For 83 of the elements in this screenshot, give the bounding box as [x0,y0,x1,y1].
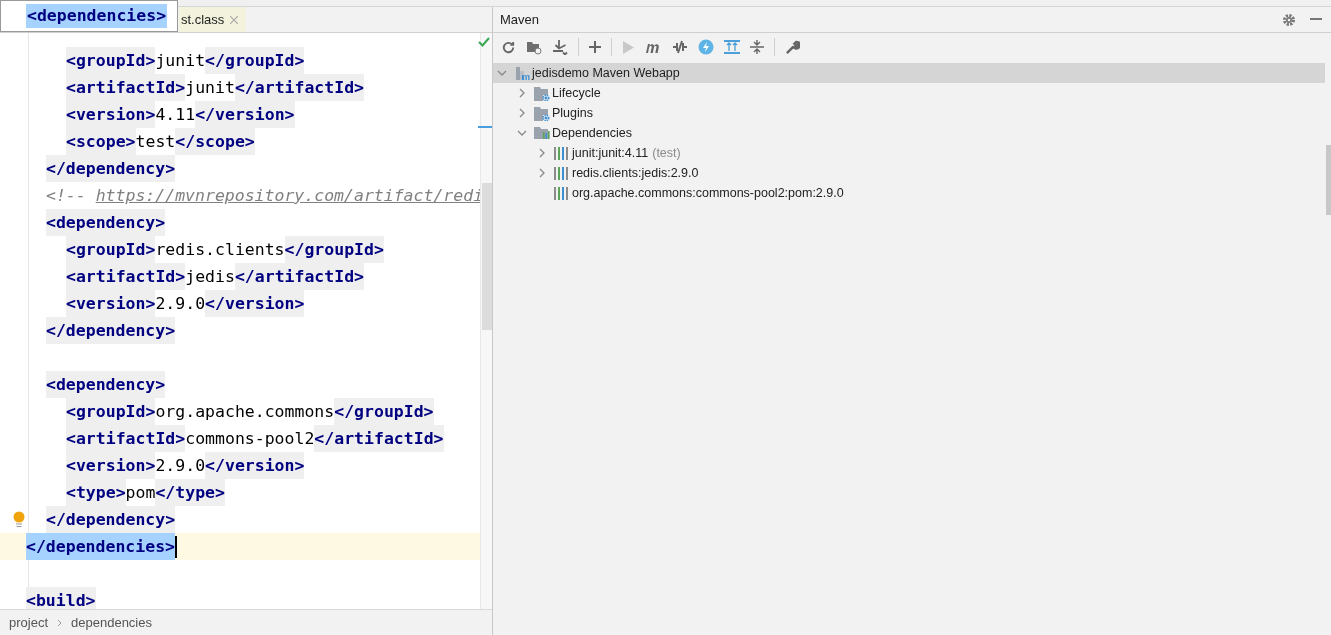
library-icon [554,186,568,200]
folder-gear-icon [534,85,550,101]
breadcrumb-item[interactable]: project [9,612,49,633]
tree-item[interactable]: jedisdemo Maven Webapp [493,63,1325,83]
xml-tag: </version> [205,290,305,317]
chevron-down-icon[interactable] [517,130,527,136]
add-icon[interactable] [589,41,601,53]
xml-tag: <version> [66,452,156,479]
tree-item[interactable]: org.apache.commons:commons-pool2:pom:2.9.0 [493,183,1325,203]
settings-icon[interactable] [1282,12,1296,27]
lightning-icon[interactable] [698,39,714,55]
library-icon [554,146,568,160]
tree-item[interactable]: Dependencies [493,123,1325,143]
folder-icon[interactable] [526,39,542,55]
comment-link[interactable]: https://mvnrepository.com/artifact/redi [95,182,484,209]
xml-tag: <groupId> [66,236,156,263]
chevron-icon [57,618,63,627]
tag-value: junit [155,50,206,72]
xml-tag: </groupId> [284,236,384,263]
xml-tag: <artifactId> [66,425,186,452]
module-icon [514,65,530,81]
xml-tag: </groupId> [205,47,305,74]
xml-tag: </scope> [175,128,255,155]
panel-title: Maven [500,10,540,29]
xml-tag: </version> [195,101,295,128]
download-icon[interactable] [552,39,568,55]
tag-value: commons-pool2 [185,428,315,450]
show-dependencies-icon[interactable] [724,40,740,54]
tree-item[interactable]: redis.clients:jedis:2.9.0 [493,163,1325,183]
breadcrumb-text: <dependencies> [26,4,168,28]
tree-item[interactable]: Lifecycle [493,83,1325,103]
xml-tag: <dependency> [46,371,166,398]
wrench-icon[interactable] [785,39,800,55]
scrollbar-thumb[interactable] [482,183,492,330]
minimize-icon[interactable] [1310,18,1322,21]
xml-tag: <scope> [66,128,136,155]
xml-tag: <build> [26,587,96,609]
xml-tag: <version> [66,101,156,128]
collapse-all-icon[interactable] [750,40,764,54]
maven-goal-icon[interactable] [644,41,662,53]
folder-icon [534,126,550,140]
xml-tag: </dependency> [46,317,176,344]
error-stripe-mark [478,126,492,128]
breadcrumb-item[interactable]: dependencies [71,612,152,633]
close-icon[interactable] [230,15,239,24]
editor-tab[interactable]: st.class [179,7,247,32]
xml-tag: <artifactId> [66,263,186,290]
tag-value: test [135,131,176,153]
chevron-down-icon[interactable] [497,70,507,76]
check-icon [478,36,490,48]
xml-tag: </artifactId> [234,263,365,290]
xml-tag: </groupId> [334,398,434,425]
refresh-icon[interactable] [501,39,516,55]
xml-tag: </artifactId> [234,74,365,101]
xml-tag: </dependency> [46,506,176,533]
xml-tag: </type> [155,479,225,506]
tag-value: org.apache.commons [155,401,335,423]
tag-value: junit [185,77,235,99]
xml-tag: </dependencies> [26,533,175,560]
scrollbar-thumb[interactable] [1326,145,1331,215]
xml-tag: <groupId> [66,398,156,425]
xml-tag: </artifactId> [314,425,444,452]
folder-gear-icon [534,105,550,121]
xml-tag: <version> [66,290,156,317]
tag-value: 2.9.0 [155,455,206,477]
comment-text: <!-- [46,185,87,207]
tag-value: 4.11 [155,104,196,126]
skip-tests-icon[interactable] [672,39,688,55]
xml-tag: <type> [66,479,126,506]
tag-value: pom [125,482,156,504]
tree-item[interactable]: junit:junit:4.11 (test) [493,143,1325,163]
xml-tag: <dependency> [46,209,166,236]
xml-tag: <artifactId> [66,74,186,101]
xml-tag: <groupId> [66,47,156,74]
lightbulb-icon[interactable] [13,511,25,528]
text-caret [175,535,177,558]
tree-item[interactable]: Plugins [493,103,1325,123]
xml-tag: </dependency> [46,155,176,182]
tag-value: 2.9.0 [155,293,206,315]
xml-tag: </version> [205,452,305,479]
tag-value: redis.clients [155,239,285,261]
tag-value: jedis [185,266,235,288]
library-icon [554,166,568,180]
